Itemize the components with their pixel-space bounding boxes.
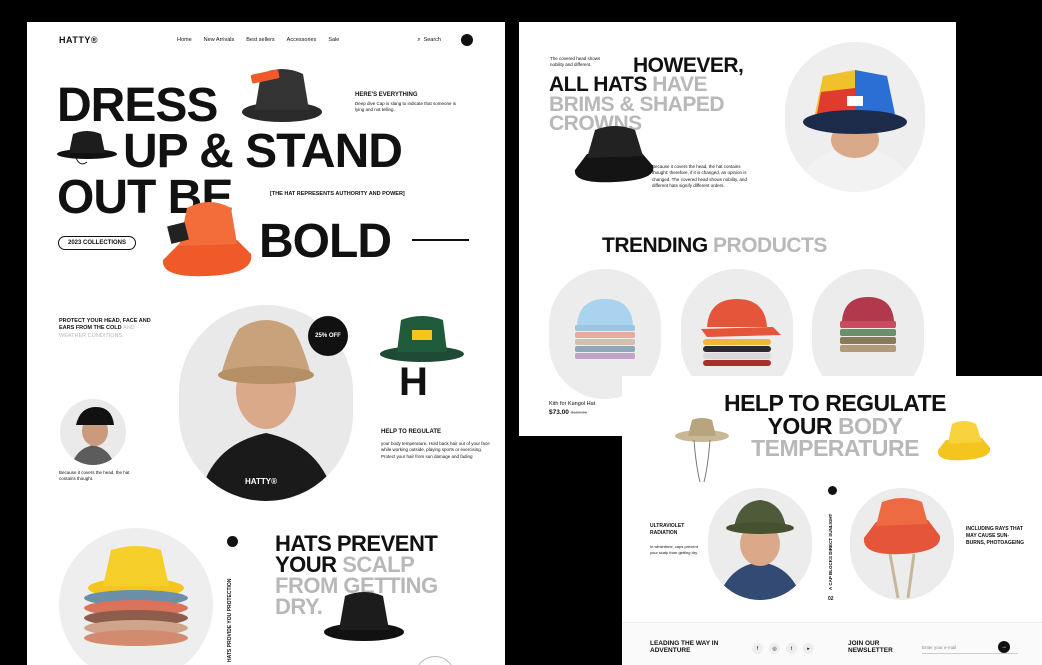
however-line-2: ALL HATS HAVE	[549, 74, 743, 95]
rays-text: INCLUDING RAYS THAT MAY CAUSE SUN-BURNS,…	[966, 526, 1024, 546]
heres-everything-text: Deep dive Cap is slang to indicate that …	[355, 101, 457, 113]
beige-safari-hat-image	[674, 416, 730, 484]
nav-link-new-arrivals[interactable]: New Arrivals	[204, 37, 235, 43]
black-bucket-hat-image	[239, 60, 325, 130]
stacked-hats-image	[59, 528, 213, 665]
hero-line-4: BOLD	[259, 215, 392, 268]
product-name[interactable]: Kith for Kangol Hat	[549, 401, 595, 409]
landing-panel-however: The covered head shows nobility and diff…	[519, 22, 956, 436]
hero-line-2: UP & STAND	[123, 125, 403, 178]
cart-button[interactable]	[461, 34, 473, 46]
product-price: $73.00	[549, 409, 569, 416]
brand-logo[interactable]: HATTY®	[59, 35, 98, 45]
uv-title: ULTRAVIOLET RADIATION	[650, 523, 685, 536]
hero-line-1: DRESS	[57, 79, 218, 132]
yellow-bucket-hat-image	[936, 420, 992, 464]
scroll-circle-outline	[415, 656, 455, 665]
collections-button[interactable]: 2023 COLLECTIONS	[58, 236, 137, 250]
youtube-icon[interactable]: ▸	[803, 643, 814, 654]
search-button[interactable]: ⌕ Search	[417, 37, 441, 44]
model-profile-image	[60, 399, 126, 465]
trending-heading: TRENDING PRODUCTS	[602, 235, 827, 256]
regulate2-line-1: HELP TO REGULATE	[723, 390, 947, 416]
orange-bucket-hat-image	[157, 198, 259, 280]
orange-hat-image	[850, 488, 954, 600]
nav-link-best-sellers[interactable]: Best sellers	[246, 37, 274, 43]
regulate-text: your body temperature. Hold back hair ou…	[381, 441, 490, 459]
covers-text: Because it covers the head, the hat cont…	[59, 470, 130, 482]
black-nike-bucket-hat-image	[571, 122, 657, 188]
newsletter-email-placeholder: Enter your e-mail	[922, 645, 957, 650]
heres-everything-title: HERE'S EVERYTHING	[355, 92, 418, 98]
newsletter-title: JOIN OUR NEWSLETTER	[848, 640, 893, 654]
vertical-sunlight-label: A CAP BLOCKS DIRECT SUNLIGHT	[828, 513, 833, 590]
vertical-protection-label: HATS PROVIDE YOU PROTECTION	[227, 578, 233, 662]
regulate-title: HELP TO REGULATE	[381, 429, 442, 435]
uv-text: In wintertime, caps prevent your scalp f…	[650, 544, 698, 555]
instagram-icon[interactable]: ◎	[769, 643, 780, 654]
h-letter-logo: H	[399, 360, 428, 404]
top-nav: HATTY® Home New Arrivals Best sellers Ac…	[59, 34, 473, 46]
hero-dash	[412, 239, 469, 241]
leading-text: LEADING THE WAY IN ADVENTURE	[650, 640, 719, 654]
trending-heading-dark: TRENDING	[602, 234, 708, 257]
nav-links: Home New Arrivals Best sellers Accessori…	[177, 37, 339, 43]
newsletter-submit-button[interactable]: →	[998, 641, 1010, 653]
footer-bar: LEADING THE WAY IN ADVENTURE f ◎ t ▸ JOI…	[622, 622, 1042, 665]
nav-link-accessories[interactable]: Accessories	[287, 37, 317, 43]
black-cap-hat-image	[57, 128, 119, 170]
trending-heading-grey: PRODUCTS	[713, 234, 827, 257]
facebook-icon[interactable]: f	[752, 643, 763, 654]
search-icon: ⌕	[417, 36, 421, 43]
social-links: f ◎ t ▸	[752, 643, 814, 654]
twitter-icon[interactable]: t	[786, 643, 797, 654]
page-number: 02	[828, 596, 834, 602]
product-price-row: $73.00 $100.00	[549, 409, 587, 416]
landing-panel-main: HATTY® Home New Arrivals Best sellers Ac…	[27, 22, 505, 665]
green-hat-model-image	[708, 488, 812, 600]
section-arrow-button[interactable]	[227, 536, 238, 547]
nav-link-sale[interactable]: Sale	[328, 37, 339, 43]
colorful-hat-model-arch	[785, 42, 925, 192]
nav-link-home[interactable]: Home	[177, 37, 192, 43]
protect-heading-dark: PROTECT YOUR HEAD, FACE AND EARS FROM TH…	[59, 318, 151, 332]
search-label: Search	[423, 37, 441, 43]
discount-badge: 25% OFF	[308, 316, 348, 356]
however-body-text: Because it covers the head, the hat cont…	[652, 164, 747, 188]
product-old-price: $100.00	[570, 410, 587, 415]
green-bucket-hat-image	[379, 314, 465, 364]
regulate2-arrow-button[interactable]	[828, 486, 837, 495]
landing-panel-regulate: HELP TO REGULATE YOUR BODY TEMPERATURE U…	[622, 376, 1042, 665]
model-jacket-logo: HATTY®	[245, 477, 277, 486]
protect-heading: PROTECT YOUR HEAD, FACE AND EARS FROM TH…	[59, 318, 155, 340]
black-north-face-hat-image	[323, 588, 405, 644]
arrow-right-icon: →	[1001, 644, 1007, 650]
authority-caption: [THE HAT REPRESENTS AUTHORITY AND POWER]	[270, 191, 405, 197]
discount-badge-text: 25% OFF	[315, 332, 341, 339]
